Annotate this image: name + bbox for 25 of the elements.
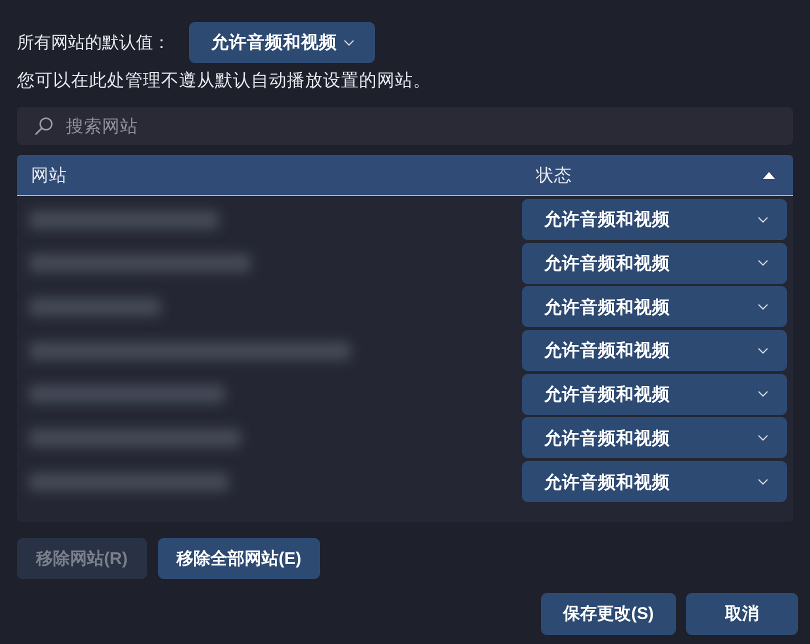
column-header[interactable]: 状态 — [522, 155, 793, 195]
action-button[interactable]: 移除全部网站(E) — [158, 538, 320, 580]
chevron-down-icon — [758, 434, 768, 441]
chevron-down-icon — [758, 216, 768, 222]
chevron-down-icon — [758, 391, 768, 398]
chevron-down-icon — [758, 478, 768, 485]
status-dropdown[interactable]: 允许音频和视频 — [522, 286, 787, 328]
chevron-down-icon — [758, 260, 768, 266]
chevron-down-icon — [758, 348, 768, 354]
search-icon — [35, 117, 53, 135]
status-dropdown[interactable]: 允许音频和视频 — [522, 330, 787, 372]
status-dropdown[interactable]: 允许音频和视频 — [522, 417, 787, 458]
default-setting-label: 所有网站的默认值： — [17, 32, 171, 54]
dialog-button[interactable]: 取消 — [686, 593, 798, 636]
description-text: 您可以在此处管理不遵从默认自动播放设置的网站。 — [17, 69, 431, 92]
status-dropdown[interactable]: 允许音频和视频 — [522, 242, 787, 284]
search-field[interactable]: 搜索网站 — [17, 107, 793, 145]
status-dropdown[interactable]: 允许音频和视频 — [522, 374, 787, 415]
default-setting-dropdown[interactable]: 允许音频和视频 — [189, 22, 375, 63]
status-dropdown[interactable]: 允许音频和视频 — [522, 199, 787, 240]
column-header[interactable]: 网站 — [17, 155, 522, 195]
chevron-down-icon — [758, 304, 768, 310]
chevron-down-icon — [344, 40, 354, 46]
dialog-button[interactable]: 保存更改(S) — [541, 593, 676, 636]
status-dropdown[interactable]: 允许音频和视频 — [522, 461, 787, 502]
